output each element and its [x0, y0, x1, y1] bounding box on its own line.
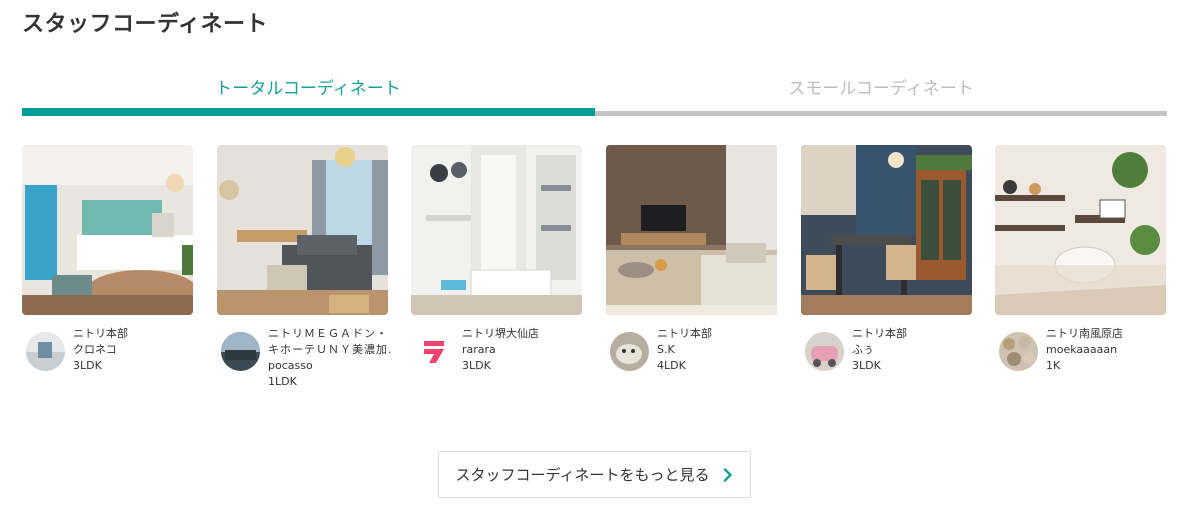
user-name: クロネコ [73, 343, 117, 356]
brand-logo-icon [415, 332, 454, 371]
room-layout: 3LDK [462, 359, 491, 372]
room-photo[interactable] [995, 145, 1166, 315]
user-name: S.K [657, 343, 675, 356]
see-more-button[interactable]: スタッフコーディネートをもっと見る [438, 451, 751, 498]
staff-coordinate-section: スタッフコーディネート トータルコーディネート スモールコーディネート ニトリ本… [0, 0, 1200, 512]
coordinate-card[interactable]: ニトリＭＥＧＡドン・キホーテＵＮＹ美濃加. pocasso 1LDK [217, 145, 392, 395]
tab-underline-inactive [595, 111, 1167, 116]
room-photo[interactable] [22, 145, 193, 315]
shop-name: ニトリ本部 [852, 327, 907, 340]
coordinate-card[interactable]: ニトリ南風原店 moekaaaaan 1K [995, 145, 1166, 395]
room-photo[interactable] [606, 145, 777, 315]
shop-name: ニトリ本部 [657, 327, 712, 340]
room-layout: 1LDK [268, 375, 297, 388]
shop-name: ニトリ堺大仙店 [462, 327, 539, 340]
room-photo[interactable] [801, 145, 972, 315]
room-photo[interactable] [411, 145, 582, 315]
tab-small-coordinate[interactable]: スモールコーディネート [595, 64, 1167, 108]
user-avatar [999, 332, 1038, 371]
tab-underline-active [22, 108, 595, 116]
room-layout: 1K [1046, 359, 1061, 372]
coordinate-card[interactable]: ニトリ堺大仙店 rarara 3LDK [411, 145, 582, 395]
shop-name: ニトリＭＥＧＡドン・キホーテＵＮＹ美濃加. [268, 327, 393, 356]
user-avatar [805, 332, 844, 371]
user-name: pocasso [268, 359, 313, 372]
coordinate-card-list: ニトリ本部 クロネコ 3LDK ニトリＭＥＧＡドン・キホーテＵＮＹ美濃加. po… [22, 145, 1167, 395]
coordinate-tabs: トータルコーディネート スモールコーディネート [22, 64, 1167, 116]
room-photo[interactable] [217, 145, 388, 315]
tab-total-coordinate[interactable]: トータルコーディネート [22, 64, 594, 108]
section-title: スタッフコーディネート [22, 12, 268, 37]
room-layout: 3LDK [852, 359, 881, 372]
user-name: moekaaaaan [1046, 343, 1118, 356]
shop-name: ニトリ南風原店 [1046, 327, 1123, 340]
user-avatar [221, 332, 260, 371]
coordinate-card[interactable]: ニトリ本部 クロネコ 3LDK [22, 145, 193, 395]
user-avatar [26, 332, 65, 371]
user-avatar [610, 332, 649, 371]
shop-name: ニトリ本部 [73, 327, 128, 340]
see-more-label: スタッフコーディネートをもっと見る [455, 466, 710, 484]
room-layout: 3LDK [73, 359, 102, 372]
chevron-right-icon [723, 467, 733, 482]
user-name: ふぅ [852, 343, 874, 356]
user-name: rarara [462, 343, 496, 356]
room-layout: 4LDK [657, 359, 686, 372]
coordinate-card[interactable]: ニトリ本部 ふぅ 3LDK [801, 145, 972, 395]
coordinate-card[interactable]: ニトリ本部 S.K 4LDK [606, 145, 777, 395]
